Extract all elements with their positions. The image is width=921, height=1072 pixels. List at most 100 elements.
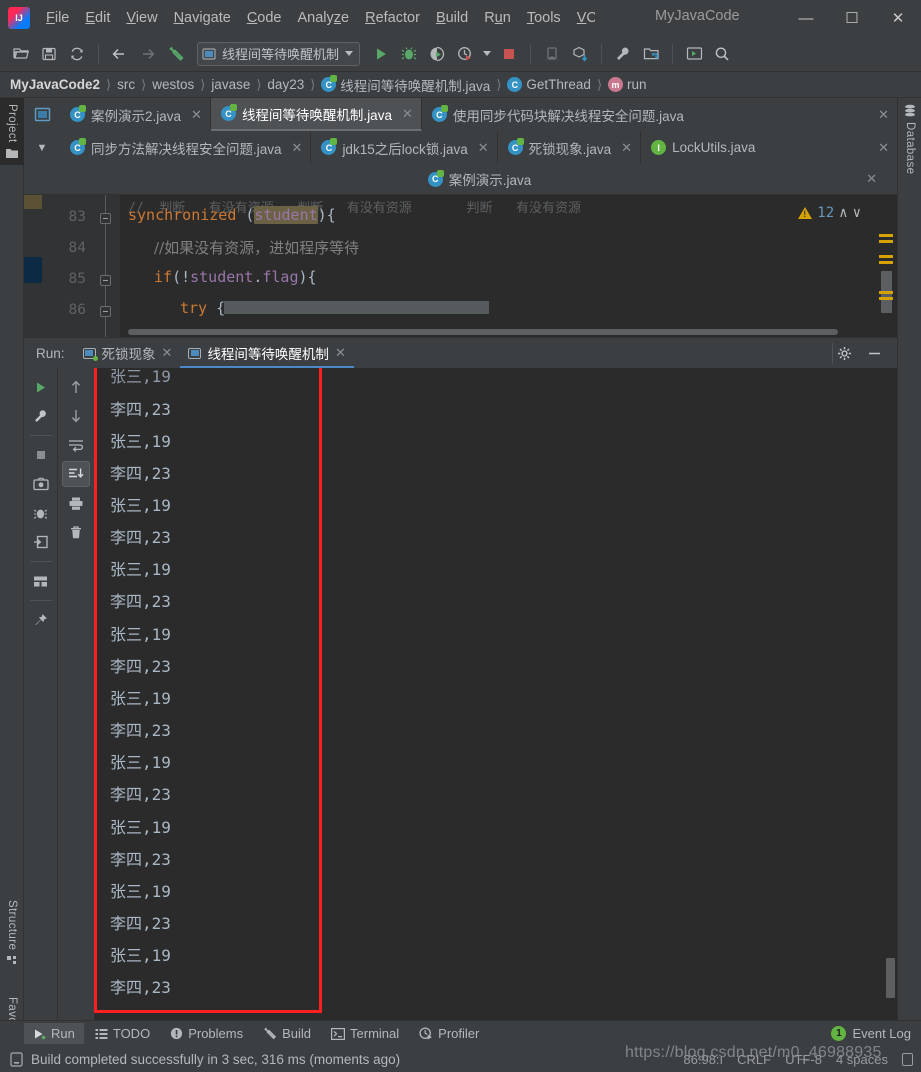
toolwindow-run[interactable]: Run: [24, 1023, 84, 1044]
menu-edit[interactable]: Edit: [77, 6, 118, 30]
project-structure-icon[interactable]: [638, 41, 664, 67]
close-icon[interactable]: ✕: [402, 106, 413, 122]
run-with-coverage-icon[interactable]: [424, 41, 450, 67]
toolwindow-profiler[interactable]: Profiler: [410, 1023, 488, 1044]
sdk-download-icon[interactable]: [567, 41, 593, 67]
run-tab-xianchengjian[interactable]: 线程间等待唤醒机制 ✕: [180, 338, 355, 369]
menu-vcs[interactable]: VCS: [569, 6, 595, 30]
forward-arrow-icon[interactable]: [135, 41, 161, 67]
read-only-lock-icon[interactable]: [902, 1052, 913, 1066]
breadcrumb-item-project[interactable]: MyJavaCode2: [10, 77, 100, 92]
editor-tab-anli2[interactable]: C 案例演示2.java ✕: [60, 98, 211, 131]
close-icon[interactable]: ✕: [162, 345, 173, 361]
thread-dump-icon[interactable]: [27, 500, 55, 526]
menu-run[interactable]: Run: [476, 6, 519, 30]
event-log-button[interactable]: 1 Event Log: [831, 1026, 911, 1041]
tabs-collapse-toggle[interactable]: ▼: [24, 131, 60, 164]
project-panel-toggle[interactable]: [24, 98, 60, 131]
close-icon[interactable]: ✕: [621, 140, 632, 156]
toolwindow-todo[interactable]: TODO: [86, 1023, 159, 1044]
build-hammer-icon[interactable]: [163, 41, 189, 67]
debug-icon[interactable]: [396, 41, 422, 67]
toolwindow-problems[interactable]: Problems: [161, 1023, 252, 1044]
breadcrumb-item-javase[interactable]: javase: [211, 77, 250, 92]
clear-all-icon[interactable]: [62, 519, 90, 545]
close-button[interactable]: ✕: [875, 0, 921, 36]
next-problem-icon[interactable]: ∨: [853, 205, 861, 221]
save-icon[interactable]: [36, 41, 62, 67]
breadcrumb-item-day23[interactable]: day23: [267, 77, 304, 92]
fold-toggle-icon[interactable]: [100, 306, 111, 317]
inspection-status[interactable]: 12 ∧ ∨: [798, 205, 861, 221]
print-icon[interactable]: [62, 490, 90, 516]
sidebar-item-project[interactable]: Project: [0, 98, 24, 165]
editor-tab-xianchengjian[interactable]: C 线程间等待唤醒机制.java ✕: [210, 98, 422, 131]
terminal-icon[interactable]: [681, 41, 707, 67]
sidebar-item-database[interactable]: Database: [898, 98, 921, 180]
menu-code[interactable]: Code: [239, 6, 290, 30]
console-scrollbar[interactable]: [886, 958, 895, 998]
menu-tools[interactable]: Tools: [519, 6, 569, 30]
editor-tab-jdk15-lock[interactable]: C jdk15之后lock锁.java ✕: [311, 131, 498, 164]
close-icon[interactable]: ✕: [868, 107, 889, 123]
export-icon[interactable]: [27, 529, 55, 555]
file-encoding[interactable]: UTF-8: [785, 1052, 822, 1067]
up-arrow-icon[interactable]: [62, 374, 90, 400]
camera-icon[interactable]: [27, 471, 55, 497]
breadcrumb-item-westos[interactable]: westos: [152, 77, 194, 92]
toolwindow-terminal[interactable]: Terminal: [322, 1023, 408, 1044]
close-icon[interactable]: ✕: [191, 107, 202, 123]
run-tab-sisuo[interactable]: 死锁现象 ✕: [75, 338, 181, 369]
run-icon[interactable]: [368, 41, 394, 67]
fold-toggle-icon[interactable]: [100, 275, 111, 286]
breadcrumb-item-src[interactable]: src: [117, 77, 135, 92]
editor-tab-anli[interactable]: C 案例演示.java ✕: [60, 164, 897, 194]
menu-analyze[interactable]: Analyze: [290, 6, 358, 30]
code-editor[interactable]: 83 84 85 86 // 判断 有没有资源 判断 有没有资源 判断 有没有资…: [24, 195, 897, 337]
soft-wrap-icon[interactable]: [62, 432, 90, 458]
down-arrow-icon[interactable]: [62, 403, 90, 429]
caret-position[interactable]: 86:98:ı: [683, 1052, 723, 1067]
minimize-icon[interactable]: [861, 341, 887, 367]
menu-navigate[interactable]: Navigate: [166, 6, 239, 30]
scroll-to-end-icon[interactable]: [62, 461, 90, 487]
close-icon[interactable]: ✕: [866, 171, 877, 187]
editor-horizontal-scrollbar[interactable]: [128, 329, 838, 335]
maximize-button[interactable]: ☐: [829, 0, 875, 36]
settings-wrench-icon[interactable]: [27, 403, 55, 429]
profile-icon[interactable]: [452, 41, 478, 67]
close-icon[interactable]: ✕: [478, 140, 489, 156]
chevron-down-icon[interactable]: [345, 51, 354, 56]
close-icon[interactable]: ✕: [335, 345, 346, 361]
device-manager-icon[interactable]: [539, 41, 565, 67]
line-separator[interactable]: CRLF: [737, 1052, 771, 1067]
editor-tab-tongbu-fangfa[interactable]: C 同步方法解决线程安全问题.java ✕: [60, 131, 312, 164]
minimize-button[interactable]: —: [783, 0, 829, 36]
search-everywhere-icon[interactable]: [709, 41, 735, 67]
breadcrumb-item-class[interactable]: C GetThread: [507, 77, 591, 92]
rerun-green-icon[interactable]: [27, 374, 55, 400]
editor-gutter[interactable]: 83 84 85 86: [42, 195, 120, 337]
pin-icon[interactable]: [27, 607, 55, 633]
profile-dropdown-icon[interactable]: [480, 41, 494, 67]
editor-tab-tongbu-daimakuai[interactable]: C 使用同步代码块解决线程安全问题.java ✕: [422, 98, 897, 131]
close-icon[interactable]: ✕: [868, 140, 889, 156]
breadcrumb-item-method[interactable]: m run: [608, 77, 647, 92]
editor-tab-sisuo[interactable]: C 死锁现象.java ✕: [498, 131, 642, 164]
close-icon[interactable]: ✕: [292, 140, 303, 156]
fold-toggle-icon[interactable]: [100, 213, 111, 224]
console-output[interactable]: 张三,19 李四,23 张三,19 李四,23 张三,19 李四,23 张三,1…: [94, 368, 897, 1072]
layout-icon[interactable]: [27, 568, 55, 594]
menu-file[interactable]: File: [38, 6, 77, 30]
menu-view[interactable]: View: [118, 6, 165, 30]
back-arrow-icon[interactable]: [107, 41, 133, 67]
run-configuration-selector[interactable]: 线程间等待唤醒机制: [197, 41, 361, 66]
wrench-icon[interactable]: [610, 41, 636, 67]
breadcrumb-item-file[interactable]: C 线程间等待唤醒机制.java: [321, 75, 490, 95]
previous-problem-icon[interactable]: ∧: [839, 205, 847, 221]
open-folder-icon[interactable]: [8, 41, 34, 67]
indent-setting[interactable]: 4 spaces: [836, 1052, 888, 1067]
stop-icon[interactable]: [27, 442, 55, 468]
menu-refactor[interactable]: Refactor: [357, 6, 428, 30]
editor-tab-lockutils[interactable]: I LockUtils.java ✕: [641, 131, 897, 164]
